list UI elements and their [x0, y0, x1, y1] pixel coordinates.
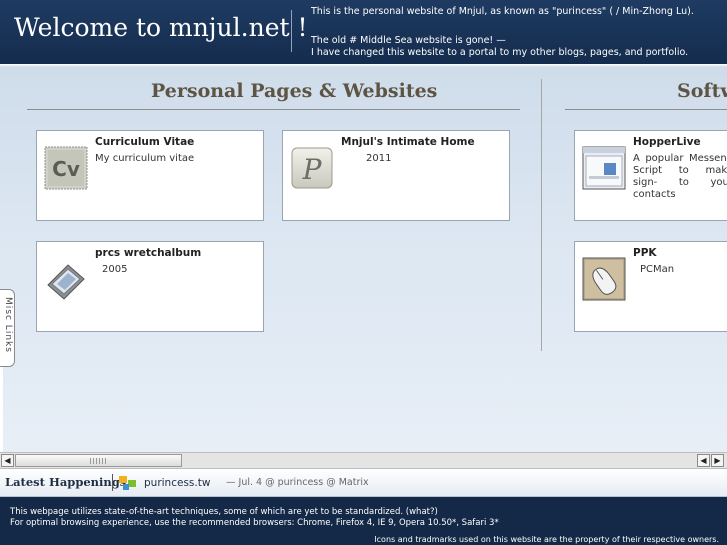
section-separator	[541, 79, 542, 351]
card-desc: My curriculum vitae	[95, 153, 195, 164]
scrollbar-thumb[interactable]	[15, 454, 182, 467]
svg-text:Cv: Cv	[52, 157, 80, 181]
hopperlive-icon	[582, 146, 626, 190]
footer-line-2: For optimal browsing experience, use the…	[10, 518, 499, 528]
footer-line-3: Icons and tradmarks used on this website…	[374, 535, 719, 544]
site-header: Welcome to mnjul.net ! This is the perso…	[0, 0, 727, 64]
section-rule-personal	[27, 109, 520, 110]
section-title-software: Softw	[677, 80, 727, 102]
card-desc: 2011	[366, 153, 392, 164]
site-footer: This webpage utilizes state-of-the-art t…	[0, 497, 727, 545]
intro-line-3: I have changed this website to a portal …	[311, 47, 689, 58]
card-title[interactable]: Curriculum Vitae	[95, 136, 194, 148]
section-title-personal: Personal Pages & Websites	[151, 80, 438, 102]
card-title[interactable]: prcs wretchalbum	[95, 247, 201, 259]
header-divider	[291, 10, 292, 52]
happenings-news-item[interactable]: — Jul. 4 @ purincess @ Matrix	[226, 477, 369, 488]
footer-line-1: This webpage utilizes state-of-the-art t…	[10, 507, 438, 517]
card-hopperlive[interactable]: HopperLive A popular Messeng Script to m…	[574, 130, 727, 221]
card-title[interactable]: HopperLive	[633, 136, 701, 148]
happenings-divider	[112, 474, 113, 491]
card-desc: PCMan	[640, 264, 675, 275]
latest-happenings-bar: Latest Happenings purincess.tw — Jul. 4 …	[0, 469, 727, 497]
card-ppk[interactable]: PPK PCMan	[574, 241, 727, 332]
intro-line-2: The old # Middle Sea website is gone! —	[311, 34, 506, 46]
horizontal-scrollbar[interactable]: ◀ ◀ ▶	[0, 452, 727, 469]
card-wretchalbum[interactable]: prcs wretchalbum 2005	[36, 241, 264, 332]
card-desc: A popular Messeng Script to make sign- t…	[633, 153, 727, 200]
purincess-logo-icon	[119, 475, 139, 491]
site-title: Welcome to mnjul.net !	[14, 13, 308, 42]
main-content: Personal Pages & Websites Softw Cv Curri…	[0, 67, 727, 452]
scroll-left-button-right[interactable]: ◀	[697, 454, 710, 467]
svg-text:P: P	[302, 153, 323, 186]
card-desc: 2005	[102, 264, 128, 275]
scrollbar-grip	[90, 458, 108, 464]
mouse-icon	[582, 257, 626, 301]
card-title[interactable]: PPK	[633, 247, 657, 259]
p-letter-icon: P	[290, 146, 334, 190]
card-curriculum-vitae[interactable]: Cv Curriculum Vitae My curriculum vitae	[36, 130, 264, 221]
site-intro: This is the personal website of Mnjul, a…	[311, 6, 723, 60]
intro-line-1: This is the personal website of Mnjul, a…	[311, 6, 694, 17]
misc-links-tab[interactable]: Misc Links	[0, 289, 15, 367]
misc-links-label: Misc Links	[3, 297, 13, 353]
scroll-right-button[interactable]: ▶	[711, 454, 724, 467]
section-rule-software	[565, 109, 727, 110]
happenings-label: Latest Happenings	[5, 475, 127, 489]
photo-album-icon	[44, 257, 88, 301]
cv-icon: Cv	[44, 146, 88, 190]
happenings-site-link[interactable]: purincess.tw	[144, 477, 210, 489]
scroll-left-button[interactable]: ◀	[1, 454, 14, 467]
card-intimate-home[interactable]: P Mnjul's Intimate Home 2011	[282, 130, 510, 221]
card-title[interactable]: Mnjul's Intimate Home	[341, 136, 475, 148]
